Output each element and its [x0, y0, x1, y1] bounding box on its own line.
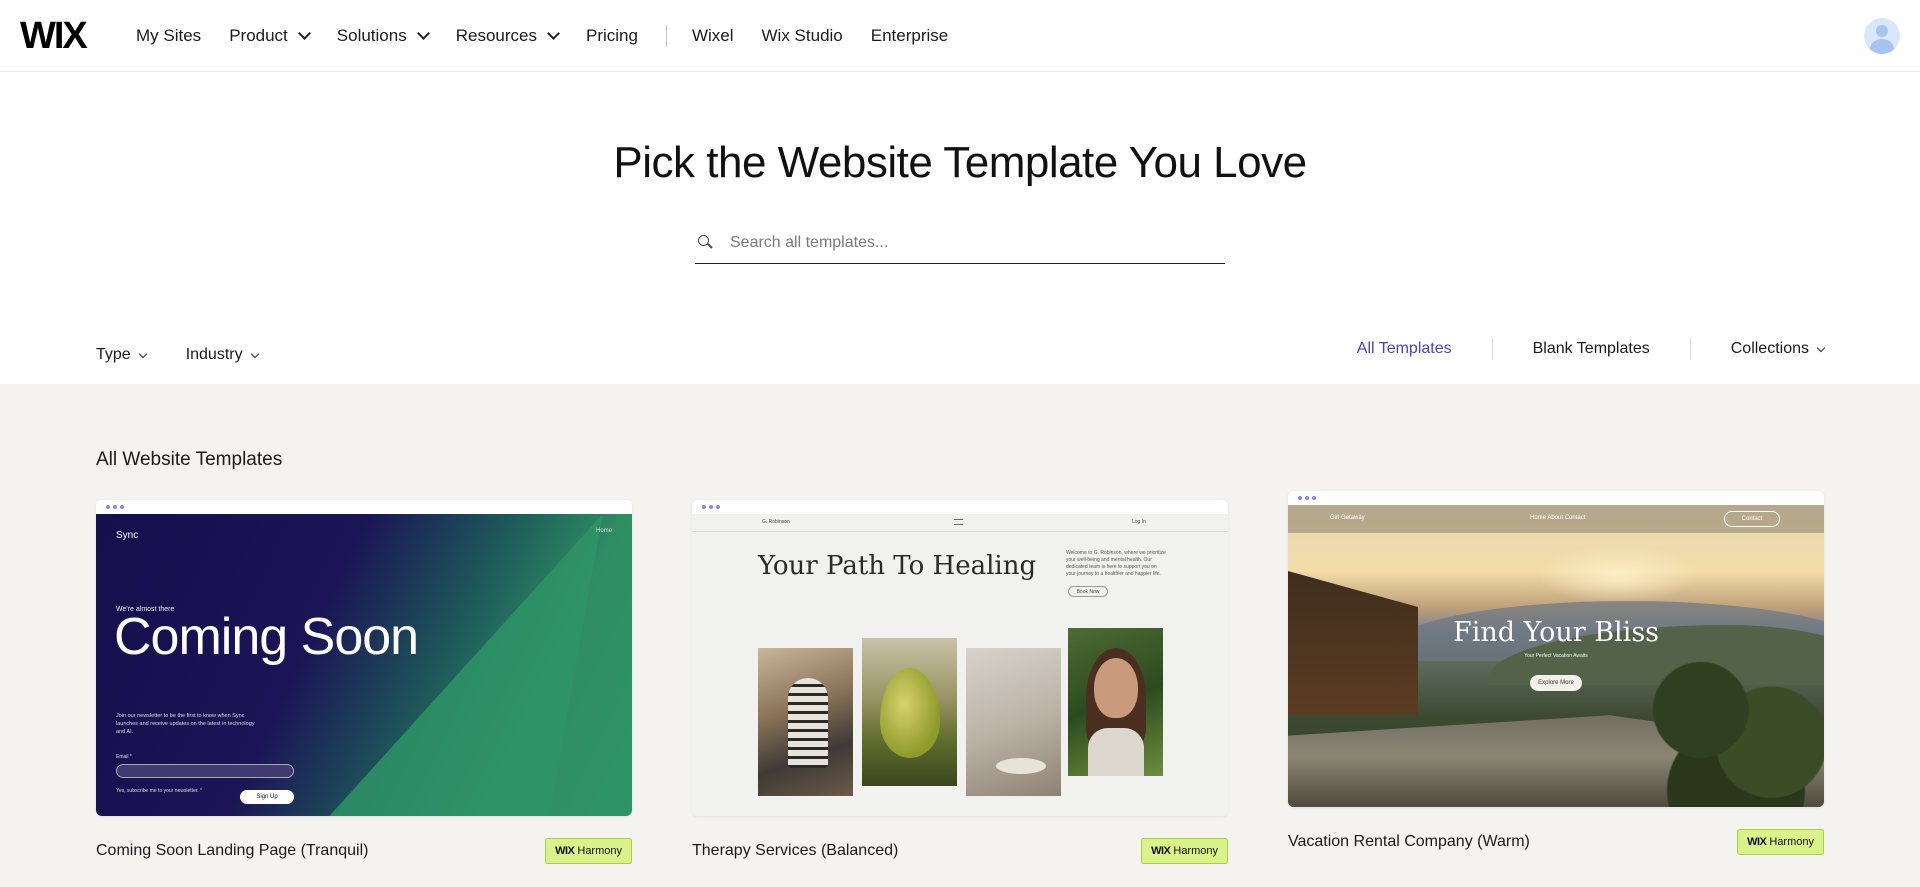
chevron-down-icon	[250, 349, 259, 358]
industry-filter[interactable]: Industry	[185, 346, 259, 364]
preview-photo-reading	[758, 648, 853, 796]
search-icon	[698, 234, 714, 251]
nav-resources[interactable]: Resources	[455, 26, 560, 46]
preview-nav: Home	[595, 528, 612, 534]
page-title: Pick the Website Template You Love	[613, 138, 1307, 187]
nav-label: Solutions	[336, 26, 407, 45]
avatar-body	[1870, 39, 1894, 54]
template-name[interactable]: Coming Soon Landing Page (Tranquil)	[96, 842, 368, 860]
tab-label: Blank Templates	[1532, 340, 1650, 357]
preview-book-button: Book Now	[1068, 586, 1108, 597]
preview-headline: Coming Soon	[114, 608, 419, 666]
card-meta: Therapy Services (Balanced) WIX Harmony	[692, 838, 1228, 864]
preview-login: Log In	[1132, 519, 1146, 525]
badge-text: Harmony	[577, 845, 622, 857]
nav-wix-studio[interactable]: Wix Studio	[762, 26, 843, 46]
chevron-down-icon	[547, 27, 560, 40]
badge-brand: WIX	[555, 845, 575, 857]
nav-enterprise[interactable]: Enterprise	[871, 26, 948, 46]
preview-brand: G. Robinson	[762, 519, 790, 525]
nav-label: Enterprise	[870, 26, 949, 45]
filter-label: Industry	[185, 346, 243, 363]
badge-text: Harmony	[1173, 845, 1218, 857]
template-name[interactable]: Vacation Rental Company (Warm)	[1288, 833, 1530, 851]
filter-bar: Type Industry	[96, 346, 259, 364]
nav-wixel[interactable]: Wixel	[692, 26, 734, 46]
card-meta: Vacation Rental Company (Warm) WIX Harmon…	[1288, 829, 1824, 855]
chevron-down-icon	[297, 27, 311, 40]
preview-checkbox-label: Yes, subscribe me to your newsletter. *	[116, 788, 202, 794]
tab-label: Collections	[1730, 340, 1809, 357]
badge-brand: WIX	[1747, 836, 1767, 848]
card-meta: Coming Soon Landing Page (Tranquil) WIX H…	[96, 838, 632, 864]
preview-description: Join our newsletter to be the first to k…	[116, 713, 255, 735]
template-tabs: All Templates Blank Templates Collection…	[1317, 338, 1826, 360]
nav-my-sites[interactable]: My Sites	[136, 26, 201, 46]
preview-text: Welcome to G. Robinson, where we priorit…	[1066, 550, 1166, 577]
preview-brand: Girl Getaway	[1330, 515, 1365, 521]
preview-photo-woman	[1068, 628, 1163, 776]
section-title: All Website Templates	[96, 449, 283, 470]
template-preview[interactable]: G. Robinson Log In Your Path To Healing …	[692, 500, 1228, 816]
preview-therapy: G. Robinson Log In Your Path To Healing …	[692, 514, 1228, 816]
nav-label: Resources	[455, 26, 537, 45]
template-search[interactable]	[695, 222, 1225, 264]
tab-all-templates[interactable]: All Templates	[1317, 340, 1492, 358]
chevron-down-icon	[416, 27, 430, 40]
template-preview[interactable]: Sync Home We're almost there Coming Soon…	[96, 500, 632, 816]
menu-icon	[954, 519, 963, 525]
nav-label: Wix Studio	[761, 26, 843, 45]
preview-subtitle: Your Perfect Vacation Awaits	[1524, 653, 1588, 659]
nav-label: Wixel	[691, 26, 734, 45]
search-input[interactable]	[730, 233, 1190, 252]
tab-collections[interactable]: Collections	[1691, 340, 1826, 358]
tab-label: All Templates	[1356, 340, 1452, 357]
top-navigation-bar: WIX My Sites Product Solutions Resources…	[0, 0, 1920, 72]
wix-logo[interactable]: WIX	[20, 17, 88, 55]
template-card[interactable]: G. Robinson Log In Your Path To Healing …	[692, 500, 1228, 864]
preview-email-field	[116, 764, 294, 778]
main-nav: My Sites Product Solutions Resources Pri…	[136, 0, 976, 72]
template-card[interactable]: Sync Home We're almost there Coming Soon…	[96, 500, 632, 864]
preview-coming-soon: Sync Home We're almost there Coming Soon…	[96, 514, 632, 816]
nav-divider	[665, 25, 667, 47]
nav-product[interactable]: Product	[229, 26, 311, 46]
preview-photo-incense	[966, 648, 1061, 796]
preview-contact-button: Contact	[1724, 511, 1780, 527]
browser-chrome	[1288, 491, 1824, 505]
nav-label: Pricing	[585, 26, 638, 45]
preview-headline: Find Your Bliss	[1452, 617, 1660, 648]
template-card[interactable]: Girl Getaway Home About Contact Contact …	[1288, 491, 1824, 855]
harmony-badge: WIX Harmony	[1141, 838, 1228, 864]
tab-blank-templates[interactable]: Blank Templates	[1493, 340, 1690, 358]
chevron-down-icon	[1816, 343, 1826, 352]
template-preview[interactable]: Girl Getaway Home About Contact Contact …	[1288, 491, 1824, 807]
preview-links: Home About Contact	[1530, 515, 1586, 521]
preview-email-label: Email *	[116, 754, 132, 760]
browser-chrome	[692, 500, 1228, 514]
nav-solutions[interactable]: Solutions	[336, 26, 430, 46]
preview-photo-leaf	[862, 638, 957, 786]
type-filter[interactable]: Type	[96, 346, 147, 364]
harmony-badge: WIX Harmony	[545, 838, 632, 864]
badge-text: Harmony	[1769, 836, 1814, 848]
nav-pricing[interactable]: Pricing	[586, 26, 638, 46]
filter-label: Type	[96, 346, 131, 363]
avatar-head	[1876, 25, 1888, 37]
nav-label: My Sites	[136, 26, 202, 45]
browser-chrome	[96, 500, 632, 514]
preview-explore-button: Explore More	[1530, 675, 1582, 691]
harmony-badge: WIX Harmony	[1737, 829, 1824, 855]
preview-signup-button: Sign Up	[240, 790, 294, 804]
badge-brand: WIX	[1151, 845, 1171, 857]
user-avatar-icon[interactable]	[1864, 18, 1900, 54]
template-name[interactable]: Therapy Services (Balanced)	[692, 842, 898, 860]
preview-vacation: Girl Getaway Home About Contact Contact …	[1288, 505, 1824, 807]
preview-brand: Sync	[116, 530, 139, 541]
preview-headline: Your Path To Healing	[758, 551, 1037, 581]
chevron-down-icon	[138, 349, 147, 358]
nav-label: Product	[229, 26, 288, 45]
